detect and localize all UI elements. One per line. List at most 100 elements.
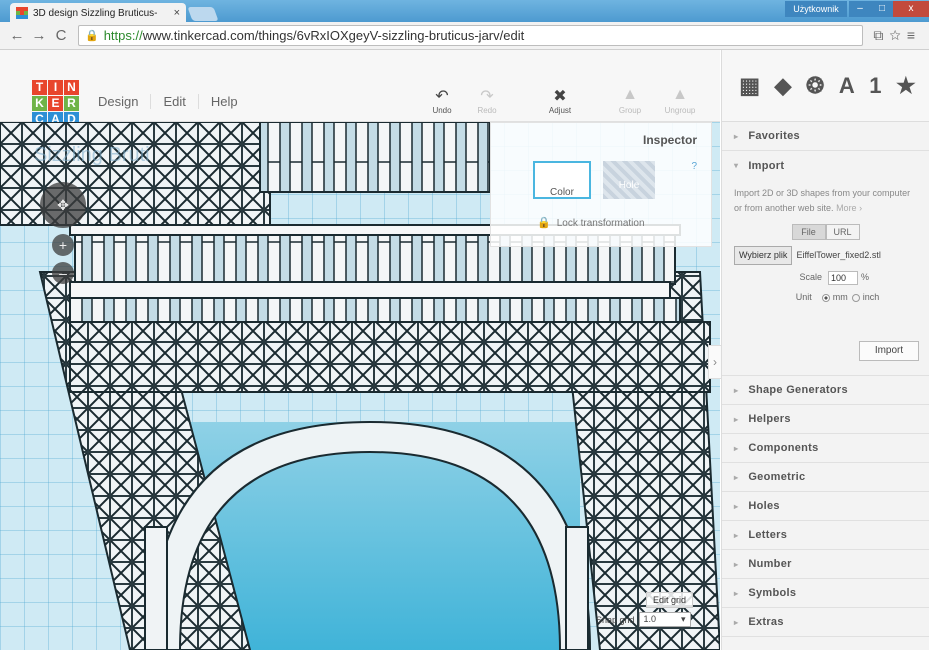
forward-button[interactable]: → (30, 27, 48, 44)
ungroup-label: Ungroup (664, 106, 696, 115)
workplane-icon[interactable]: ▦ (739, 73, 760, 99)
redo-button[interactable]: ↷ Redo (462, 86, 512, 115)
menu-design[interactable]: Design (86, 94, 152, 109)
shape-sections: ▸ Shape Generators ▸ Helpers ▸ Components ▸ Geo… (722, 376, 929, 637)
adjust-button[interactable]: ✖ Adjust (535, 86, 585, 115)
numbers-icon[interactable]: 1 (869, 73, 881, 99)
zoom-in-button[interactable]: + (52, 234, 74, 256)
redo-icon: ↷ (480, 88, 494, 105)
browser-titlebar: 3D design Sizzling Bruticus- × Użytkowni… (0, 0, 929, 23)
browser-tab[interactable]: 3D design Sizzling Bruticus- × (10, 3, 186, 23)
snap-grid-select[interactable]: 1.0 ▾ (638, 612, 691, 627)
section-symbols[interactable]: ▸ Symbols (722, 579, 929, 608)
section-label: Shape Generators (748, 384, 848, 396)
section-label: Letters (748, 529, 788, 541)
lock-icon: 🔒 (85, 30, 99, 42)
shapes-sidebar: ▦ ◆ ❂ A 1 ★ ▸ Favorites ▾ Import Import 2D or… (721, 50, 929, 650)
edit-grid-button[interactable]: Edit grid (646, 592, 694, 608)
tinkercad-favicon-icon (16, 7, 28, 19)
adjust-icon: ✖ (553, 88, 567, 105)
chevron-down-icon: ▾ (734, 161, 739, 170)
inspector-help-icon[interactable]: ? (691, 161, 697, 172)
import-button[interactable]: Import (859, 341, 919, 361)
scale-input[interactable]: 100 (827, 270, 858, 285)
chevron-right-icon: ▸ (734, 443, 739, 453)
menu-edit[interactable]: Edit (151, 94, 199, 109)
adjust-label: Adjust (548, 106, 572, 115)
section-holes[interactable]: ▸ Holes (722, 492, 929, 521)
group-label: Group (618, 106, 642, 115)
editor-toolbar: TINKERCAD Design Edit Help ↶ Undo ↷ Redo… (0, 50, 720, 127)
section-letters[interactable]: ▸ Letters (722, 521, 929, 550)
user-profile-button[interactable]: Użytkownik (785, 1, 847, 17)
zoom-out-button[interactable]: – (52, 262, 74, 284)
import-description: Import 2D or 3D shapes from your compute… (734, 188, 911, 213)
logo-letter: N (64, 80, 79, 95)
undo-button[interactable]: ↶ Undo (417, 86, 467, 115)
file-tab[interactable]: File (791, 224, 826, 240)
tab-title: 3D design Sizzling Bruticus- (33, 7, 158, 19)
back-button[interactable]: ← (8, 27, 26, 44)
box-icon[interactable]: ◆ (775, 73, 792, 99)
orbit-control-icon[interactable]: ✥ (40, 182, 86, 228)
section-label: Components (748, 442, 819, 454)
color-button[interactable]: Color (533, 161, 591, 199)
url-path: www.tinkercad.com/things/6vRxIOXgeyV-siz… (142, 28, 525, 43)
section-extras[interactable]: ▸ Extras (722, 608, 929, 637)
tab-close-icon[interactable]: × (174, 7, 180, 19)
section-label: Holes (748, 500, 780, 512)
choose-file-button[interactable]: Wybierz plik (734, 246, 793, 265)
main-menu: Design Edit Help (86, 94, 250, 109)
new-tab-button[interactable] (187, 7, 219, 21)
snap-grid-control: Snap grid 1.0 ▾ (596, 612, 691, 627)
section-helpers[interactable]: ▸ Helpers (722, 405, 929, 434)
3d-viewport[interactable]: Sizzling Bruti ✥ + – Inspector ? Color H… (0, 122, 720, 650)
hole-button[interactable]: Hole (603, 161, 655, 199)
collapse-sidebar-button[interactable]: › (708, 345, 722, 379)
section-shape-generators[interactable]: ▸ Shape Generators (722, 376, 929, 405)
browser-menu-icons[interactable]: ⧉☆≡ (873, 27, 921, 44)
close-window-button[interactable]: x (893, 1, 929, 17)
maximize-button[interactable]: □ (871, 1, 893, 17)
unit-label: Unit (795, 292, 812, 302)
address-bar: ← → C 🔒 https:// www.tinkercad.com/thing… (0, 22, 929, 50)
chevron-right-icon: ▸ (734, 501, 739, 511)
ungroup-button[interactable]: ▲ Ungroup (655, 86, 705, 115)
section-label: Extras (748, 616, 784, 628)
reload-button[interactable]: C (52, 27, 70, 44)
unit-mm-radio[interactable] (821, 293, 830, 302)
url-tab[interactable]: URL (825, 224, 860, 240)
unit-row: Unit mm inch (734, 290, 917, 305)
section-label: Favorites (748, 130, 800, 142)
tinkercad-logo[interactable]: TINKERCAD (32, 80, 79, 127)
logo-letter: I (48, 80, 63, 95)
import-panel: Import 2D or 3D shapes from your compute… (722, 180, 929, 376)
scale-unit: % (860, 272, 869, 282)
unit-inch-radio[interactable] (851, 293, 860, 302)
letters-icon[interactable]: A (839, 73, 855, 99)
minimize-button[interactable]: – (849, 1, 871, 17)
lock-transformation-toggle[interactable]: 🔒 Lock transformation (537, 216, 645, 229)
unit-inch-label: inch (862, 292, 880, 302)
chevron-down-icon: ▾ (681, 614, 686, 624)
shape-icon[interactable]: ❂ (806, 73, 824, 99)
inspector-panel: Inspector ? Color Hole 🔒 Lock transformat… (490, 122, 712, 247)
url-input[interactable]: 🔒 https:// www.tinkercad.com/things/6vRx… (78, 25, 864, 46)
more-link[interactable]: More › (836, 203, 862, 213)
section-label: Import (748, 159, 785, 172)
chevron-right-icon: ▸ (734, 530, 739, 540)
chevron-right-icon: ▸ (734, 414, 739, 424)
menu-help[interactable]: Help (199, 94, 250, 109)
group-icon: ▲ (622, 86, 638, 103)
section-number[interactable]: ▸ Number (722, 550, 929, 579)
section-import[interactable]: ▾ Import (722, 151, 929, 180)
logo-letter: R (64, 96, 79, 111)
section-components[interactable]: ▸ Components (722, 434, 929, 463)
logo-letter: T (32, 80, 47, 95)
section-favorites[interactable]: ▸ Favorites (722, 122, 929, 151)
star-icon[interactable]: ★ (896, 73, 916, 99)
chevron-right-icon: ▸ (734, 588, 739, 598)
section-label: Geometric (748, 471, 806, 483)
group-button[interactable]: ▲ Group (605, 86, 655, 115)
section-geometric[interactable]: ▸ Geometric (722, 463, 929, 492)
